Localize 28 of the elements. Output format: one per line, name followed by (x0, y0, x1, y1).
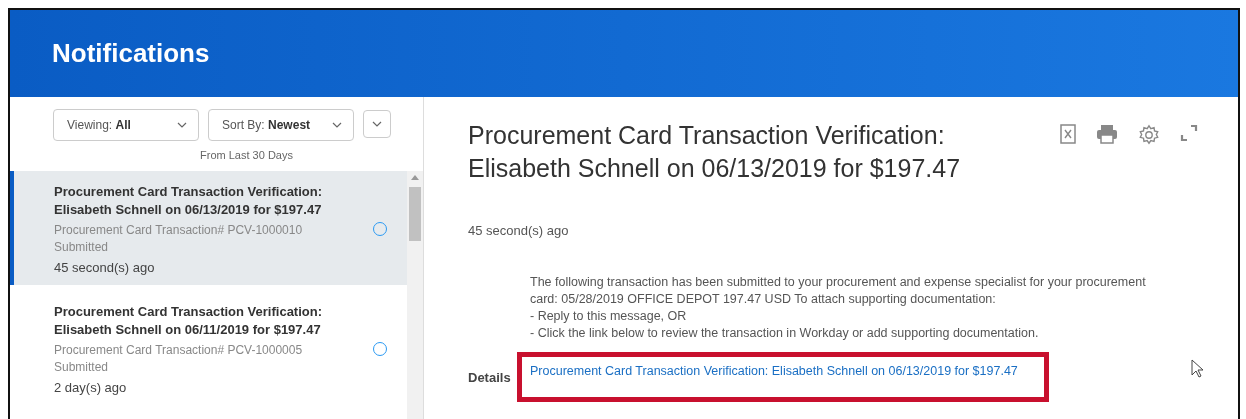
excel-export-icon[interactable] (1060, 124, 1076, 144)
expand-dropdown[interactable] (363, 110, 391, 138)
details-label: Details (468, 369, 512, 385)
notification-time: 45 second(s) ago (54, 260, 156, 275)
detail-time: 45 second(s) ago (468, 223, 570, 238)
notification-status: Submitted (54, 239, 110, 256)
mouse-cursor-icon (1191, 359, 1205, 379)
notification-subtitle: Procurement Card Transaction# PCV-1000010 (54, 222, 304, 239)
filter-dropdown[interactable]: Sort By: Newest (208, 109, 354, 141)
notification-item[interactable]: Procurement Card Transaction Verification: Elisabeth Schnell on 06/13/2019 for $197.47 Procurement Card Transaction# PCV-1000010 Submitted 45 second(s) ago (10, 171, 407, 285)
scroll-up-icon[interactable] (411, 175, 419, 180)
date-range-note: From Last 30 Days (199, 149, 294, 163)
notification-item[interactable]: Procurement Card Transaction Verification: Elisabeth Schnell on 06/11/2019 for $197.47 Procurement Card Transaction# PCV-1000005 Submitted 2 day(s) ago (10, 291, 407, 405)
fullscreen-icon[interactable] (1180, 124, 1198, 142)
scrollbar[interactable] (407, 171, 423, 419)
scroll-thumb[interactable] (409, 187, 421, 241)
details-link[interactable]: Procurement Card Transaction Verification: Elisabeth Schnell on 06/13/2019 for $197.47 (530, 364, 1018, 378)
notification-title: Procurement Card Transaction Verification: Elisabeth Schnell on 06/11/2019 for $197.47 (54, 303, 324, 339)
print-icon[interactable] (1096, 124, 1118, 144)
settings-icon[interactable] (1138, 124, 1160, 146)
page-title: Notifications (52, 38, 210, 69)
notification-time: 2 day(s) ago (54, 380, 128, 395)
detail-title: Procurement Card Transaction Verification: Elisabeth Schnell on 06/13/2019 for $197.47 (468, 120, 962, 184)
notification-title: Procurement Card Transaction Verification: Elisabeth Schnell on 06/13/2019 for $197.47 (54, 183, 324, 219)
message-text: The following transaction has been submitted to your procurement and expense specialist for your procurement card: 05/28/2019 OFFICE DEPOT 197.47 USD To attach supporting documentation: - Reply to this message, OR - Click the link below to review the transaction in Workday or add supporting documentation. (530, 274, 1147, 342)
notification-status: Submitted (54, 359, 110, 376)
filter-dropdown[interactable]: Viewing: All (53, 109, 199, 141)
notification-subtitle: Procurement Card Transaction# PCV-1000005 (54, 342, 304, 359)
